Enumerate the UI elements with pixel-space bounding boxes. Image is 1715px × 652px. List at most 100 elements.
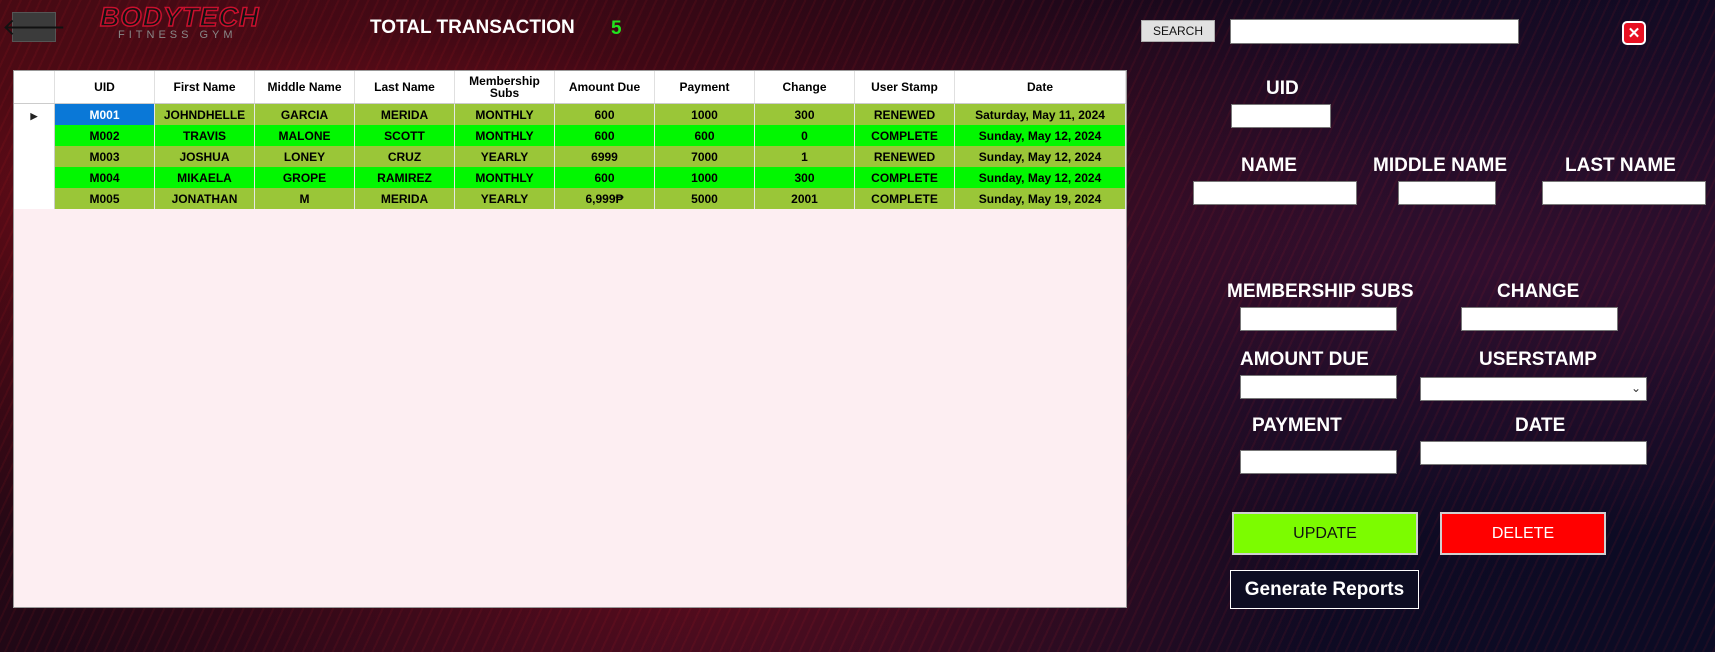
uid-field[interactable] xyxy=(1231,104,1331,128)
payment-field[interactable] xyxy=(1240,450,1397,474)
table-cell[interactable]: M002 xyxy=(54,125,155,146)
table-row[interactable]: M002 TRAVIS MALONE SCOTT MONTHLY 600 600 0 COMPL… xyxy=(14,125,1126,146)
uid-label: UID xyxy=(1266,78,1299,99)
table-cell[interactable]: 300 xyxy=(754,103,855,125)
column-header[interactable]: Last Name xyxy=(354,71,455,104)
table-cell[interactable]: MONTHLY xyxy=(454,103,555,125)
column-header[interactable]: First Name xyxy=(154,71,255,104)
row-header[interactable] xyxy=(14,167,55,188)
row-header[interactable] xyxy=(14,188,55,209)
table-cell[interactable]: 300 xyxy=(754,167,855,188)
table-cell[interactable]: Sunday, May 12, 2024 xyxy=(954,125,1126,146)
transactions-grid[interactable]: UID First Name Middle Name Last Name Members… xyxy=(13,70,1127,608)
update-button[interactable]: UPDATE xyxy=(1232,512,1418,555)
table-cell[interactable]: M xyxy=(254,188,355,209)
table-cell[interactable]: MALONE xyxy=(254,125,355,146)
column-header[interactable]: Date xyxy=(954,71,1126,104)
row-header[interactable] xyxy=(14,125,55,146)
table-cell[interactable]: MONTHLY xyxy=(454,167,555,188)
column-header[interactable]: Amount Due xyxy=(554,71,655,104)
column-header[interactable]: Membership Subs xyxy=(454,71,555,104)
table-cell[interactable]: GARCIA xyxy=(254,103,355,125)
middle-name-field[interactable] xyxy=(1398,181,1496,205)
table-cell[interactable]: M003 xyxy=(54,146,155,167)
row-header[interactable]: ▶ xyxy=(14,103,55,125)
table-cell[interactable]: M004 xyxy=(54,167,155,188)
amount-due-field[interactable] xyxy=(1240,375,1397,399)
table-cell[interactable]: 1000 xyxy=(654,167,755,188)
table-cell[interactable]: LONEY xyxy=(254,146,355,167)
table-cell[interactable]: 600 xyxy=(554,125,655,146)
search-button[interactable]: SEARCH xyxy=(1141,20,1215,42)
table-cell[interactable]: 0 xyxy=(754,125,855,146)
last-name-label: LAST NAME xyxy=(1565,155,1676,176)
column-header[interactable]: User Stamp xyxy=(854,71,955,104)
total-transaction-label: TOTAL TRANSACTION xyxy=(370,17,575,38)
table-cell[interactable]: 600 xyxy=(554,167,655,188)
table-header-row: UID First Name Middle Name Last Name Members… xyxy=(14,71,1126,104)
table-cell[interactable]: 2001 xyxy=(754,188,855,209)
table-row[interactable]: M005 JONATHAN M MERIDA YEARLY 6,999₱ 5000 2001 C… xyxy=(14,188,1126,209)
table-cell[interactable]: YEARLY xyxy=(454,188,555,209)
table-cell[interactable]: RAMIREZ xyxy=(354,167,455,188)
table-row[interactable]: M004 MIKAELA GROPE RAMIREZ MONTHLY 600 1000 300… xyxy=(14,167,1126,188)
first-name-field[interactable] xyxy=(1193,181,1357,205)
membership-subs-field[interactable] xyxy=(1240,307,1397,331)
table-cell[interactable]: COMPLETE xyxy=(854,188,955,209)
userstamp-dropdown[interactable]: ⌄ xyxy=(1420,377,1647,401)
table-cell[interactable]: M001 xyxy=(54,103,155,125)
amount-due-label: AMOUNT DUE xyxy=(1240,349,1369,370)
column-header[interactable]: UID xyxy=(54,71,155,104)
delete-button[interactable]: DELETE xyxy=(1440,512,1606,555)
membership-subs-label: MEMBERSHIP SUBS xyxy=(1227,281,1414,302)
table-cell[interactable]: 1000 xyxy=(654,103,755,125)
table-cell[interactable]: GROPE xyxy=(254,167,355,188)
table-row[interactable]: M003 JOSHUA LONEY CRUZ YEARLY 6999 7000 1 RENEWE… xyxy=(14,146,1126,167)
table-cell[interactable]: MERIDA xyxy=(354,103,455,125)
table-cell[interactable]: COMPLETE xyxy=(854,125,955,146)
column-header[interactable]: Change xyxy=(754,71,855,104)
column-header[interactable]: Middle Name xyxy=(254,71,355,104)
table-cell[interactable]: JOSHUA xyxy=(154,146,255,167)
table-cell[interactable]: YEARLY xyxy=(454,146,555,167)
change-field[interactable] xyxy=(1461,307,1618,331)
table-cell[interactable]: 6,999₱ xyxy=(554,188,655,209)
bodytech-logo: BODYTECH FITNESS GYM xyxy=(99,3,280,41)
column-header[interactable]: Payment xyxy=(654,71,755,104)
table-cell[interactable]: 600 xyxy=(654,125,755,146)
table-cell[interactable]: JONATHAN xyxy=(154,188,255,209)
table-cell[interactable]: TRAVIS xyxy=(154,125,255,146)
table-cell[interactable]: 600 xyxy=(554,103,655,125)
table-cell[interactable]: 6999 xyxy=(554,146,655,167)
date-field[interactable] xyxy=(1420,441,1647,465)
table-cell[interactable]: Sunday, May 12, 2024 xyxy=(954,167,1126,188)
table-cell[interactable]: MIKAELA xyxy=(154,167,255,188)
search-input[interactable] xyxy=(1230,19,1519,44)
chevron-down-icon: ⌄ xyxy=(1630,381,1641,395)
table-row[interactable]: ▶ M001 JOHNDHELLE GARCIA MERIDA MONTHLY 600 100… xyxy=(14,103,1126,125)
table-cell[interactable]: SCOTT xyxy=(354,125,455,146)
table-cell[interactable]: COMPLETE xyxy=(854,167,955,188)
table-cell[interactable]: 7000 xyxy=(654,146,755,167)
current-row-indicator-icon: ▶ xyxy=(30,110,38,121)
table-cell[interactable]: Sunday, May 12, 2024 xyxy=(954,146,1126,167)
row-header[interactable] xyxy=(14,146,55,167)
table-cell[interactable]: JOHNDHELLE xyxy=(154,103,255,125)
table-cell[interactable]: MERIDA xyxy=(354,188,455,209)
total-transaction-count: 5 xyxy=(611,18,622,39)
table-cell[interactable]: Sunday, May 19, 2024 xyxy=(954,188,1126,209)
table-cell[interactable]: Saturday, May 11, 2024 xyxy=(954,103,1126,125)
close-button[interactable]: ✕ xyxy=(1622,21,1646,45)
close-icon: ✕ xyxy=(1627,25,1641,42)
table-cell[interactable]: 1 xyxy=(754,146,855,167)
table-cell[interactable]: RENEWED xyxy=(854,103,955,125)
back-button[interactable]: 🡐 xyxy=(2,12,66,42)
change-label: CHANGE xyxy=(1497,281,1580,302)
table-cell[interactable]: RENEWED xyxy=(854,146,955,167)
table-cell[interactable]: MONTHLY xyxy=(454,125,555,146)
table-cell[interactable]: 5000 xyxy=(654,188,755,209)
last-name-field[interactable] xyxy=(1542,181,1706,205)
generate-reports-button[interactable]: Generate Reports xyxy=(1230,570,1419,609)
table-cell[interactable]: CRUZ xyxy=(354,146,455,167)
table-cell[interactable]: M005 xyxy=(54,188,155,209)
